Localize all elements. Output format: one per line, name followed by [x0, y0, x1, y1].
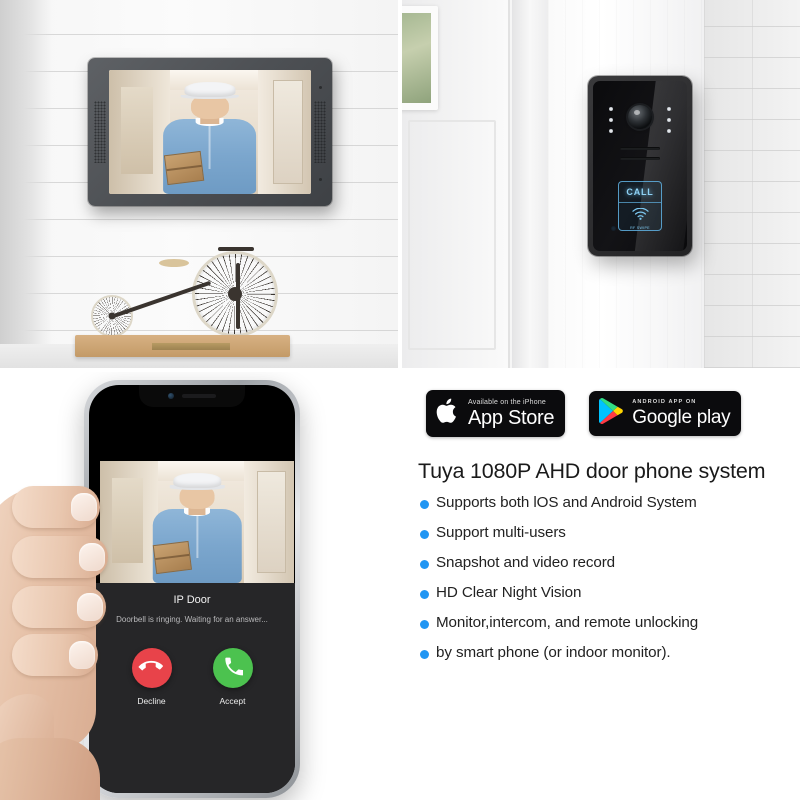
call-button-label: CALL	[626, 187, 654, 197]
feature-list: Supports both lOS and Android System Sup…	[410, 494, 794, 661]
rfid-swipe-label: RF SWIPE	[630, 226, 650, 230]
call-button-divider	[619, 202, 661, 203]
phone-answer-icon	[223, 656, 243, 681]
feature-text: Snapshot and video record	[436, 554, 616, 571]
ir-led-icon	[609, 118, 613, 122]
front-door-scene: CALL RF SWIPE	[402, 0, 800, 368]
monitor-indicator-top-icon	[319, 86, 322, 89]
product-collage: CALL RF SWIPE IP Door Doorbell is ringin…	[0, 0, 800, 800]
google-play-badge[interactable]: ANDROID APP ON Google play	[589, 391, 742, 436]
panel-features: Available on the iPhone App Store ANDROI…	[402, 372, 800, 800]
courier-figure	[152, 471, 242, 583]
app-store-badge-top-text: Available on the iPhone	[468, 399, 547, 406]
feature-text: Support multi-users	[436, 524, 566, 541]
exterior-brick-wall	[704, 0, 800, 368]
google-play-badge-top-text: ANDROID APP ON	[632, 399, 697, 406]
google-play-badge-main-text: Google play	[632, 406, 731, 428]
feature-item: HD Clear Night Vision	[420, 584, 794, 601]
bullet-dot-icon	[420, 620, 429, 629]
speaker-slot-icon	[620, 147, 660, 150]
feature-text: HD Clear Night Vision	[436, 584, 582, 601]
feature-item: Monitor,intercom, and remote unlocking	[420, 614, 794, 631]
accept-action[interactable]: Accept	[212, 648, 253, 706]
phone-hangup-icon	[137, 656, 163, 681]
hand-holding-phone	[0, 458, 144, 800]
bullet-dot-icon	[420, 500, 429, 509]
accept-button[interactable]	[212, 648, 253, 688]
phone-notch	[139, 385, 245, 407]
feature-text: Monitor,intercom, and remote unlocking	[436, 614, 699, 631]
parcel-box	[163, 150, 205, 185]
bullet-dot-icon	[420, 560, 429, 569]
indoor-monitor-device	[88, 58, 332, 206]
feature-item: Snapshot and video record	[420, 554, 794, 571]
courier-video-scene	[109, 70, 311, 194]
door-jamb	[512, 0, 548, 368]
courier-figure	[163, 80, 257, 194]
bullet-dot-icon	[420, 590, 429, 599]
app-store-badge-main-text: App Store	[468, 407, 555, 429]
wall-corner-shadow	[0, 0, 52, 368]
ir-led-group-right	[667, 107, 671, 133]
panel-phone-call: IP Door Doorbell is ringing. Waiting for…	[0, 372, 398, 800]
wifi-icon	[631, 207, 649, 225]
bicycle-ornament	[75, 245, 290, 357]
feature-item: Supports both lOS and Android System	[420, 494, 794, 511]
feature-item: Support multi-users	[420, 524, 794, 541]
accept-label: Accept	[219, 696, 246, 706]
apple-logo-icon	[435, 396, 460, 431]
feature-item: by smart phone (or indoor monitor).	[420, 644, 794, 661]
ir-led-icon	[667, 107, 671, 111]
feature-text: Supports both lOS and Android System	[436, 494, 697, 511]
front-camera-icon	[168, 393, 174, 399]
door-glass-pane	[402, 6, 438, 110]
ir-led-icon	[609, 107, 613, 111]
monitor-indicator-bottom-icon	[319, 178, 322, 181]
panel-outdoor-station: CALL RF SWIPE	[402, 0, 800, 368]
microphone-icon	[611, 226, 616, 231]
ir-led-group-left	[609, 107, 613, 133]
indoor-monitor-screen	[109, 70, 311, 194]
speaker-grille-left-icon	[94, 101, 106, 163]
parcel-box	[152, 540, 192, 574]
ir-led-icon	[667, 129, 671, 133]
ir-led-icon	[667, 118, 671, 122]
ir-led-icon	[609, 129, 613, 133]
app-store-badges: Available on the iPhone App Store ANDROI…	[410, 390, 794, 437]
product-headline: Tuya 1080P AHD door phone system	[418, 459, 766, 483]
camera-lens-icon	[628, 105, 652, 129]
app-store-badge[interactable]: Available on the iPhone App Store	[426, 390, 566, 437]
bullet-dot-icon	[420, 530, 429, 539]
phone-scene: IP Door Doorbell is ringing. Waiting for…	[0, 372, 398, 800]
outdoor-door-station-device: CALL RF SWIPE	[588, 76, 692, 256]
panel-indoor-monitor	[0, 0, 398, 368]
call-button[interactable]: CALL RF SWIPE	[618, 181, 662, 231]
feature-text: by smart phone (or indoor monitor).	[436, 644, 671, 661]
bullet-dot-icon	[420, 650, 429, 659]
speaker-slot-icon	[620, 157, 660, 160]
google-play-icon	[598, 397, 624, 430]
speaker-grille-right-icon	[314, 101, 326, 163]
earpiece-speaker-icon	[182, 394, 216, 398]
